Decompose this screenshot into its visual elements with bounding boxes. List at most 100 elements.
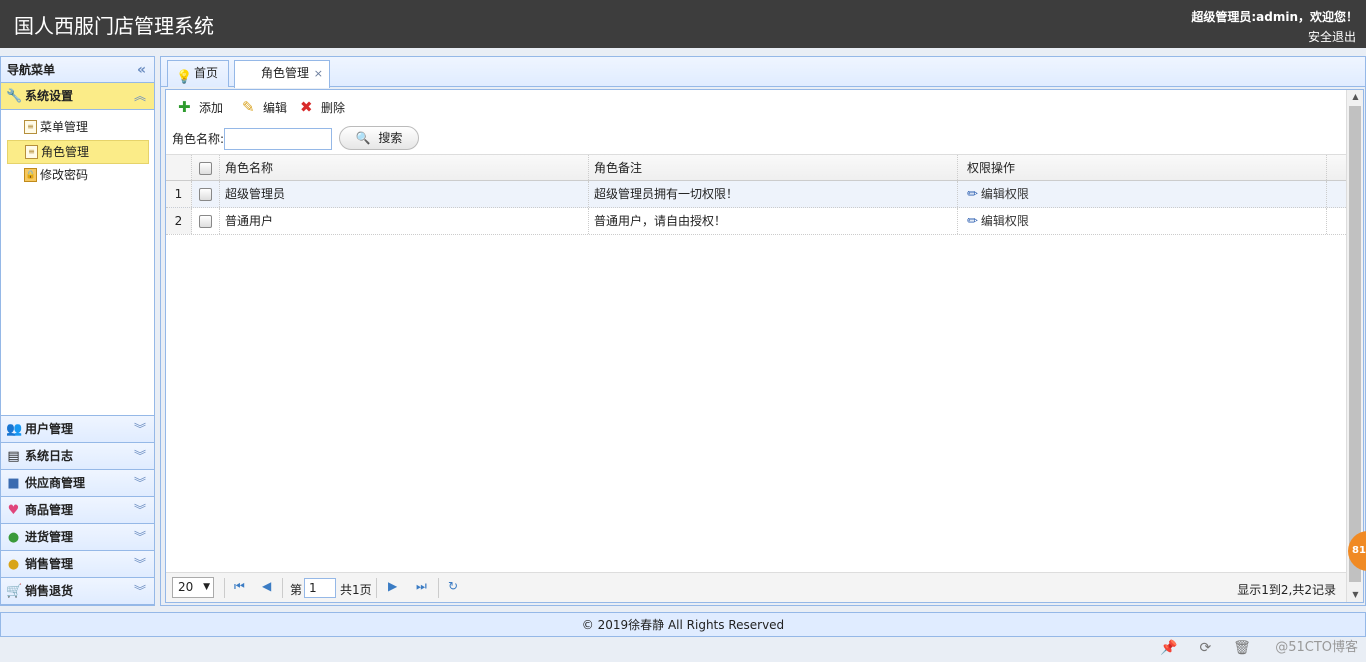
log-icon: ▤ <box>7 449 20 464</box>
permission-cell: ✏ 编辑权限 <box>958 208 1327 234</box>
panel-sales-return[interactable]: 🛒 销售退货 ︾ <box>1 578 154 605</box>
delete-icon: ✖ <box>300 98 313 116</box>
tab-bar: 💡 首页 角色管理 × <box>161 57 1365 88</box>
panel-purchase-management[interactable]: ● 进货管理 ︾ <box>1 524 154 551</box>
checkbox-box <box>199 162 212 175</box>
chevron-up-icon[interactable]: ︽ <box>134 83 146 110</box>
panel-user-management[interactable]: 👥 用户管理 ︾ <box>1 416 154 443</box>
nav-menu-header: 导航菜单 « <box>1 57 154 83</box>
scroll-down-icon[interactable]: ▼ <box>1347 588 1364 602</box>
panel-label: 用户管理 <box>25 422 74 436</box>
chevron-down-icon[interactable]: ︾ <box>134 497 146 524</box>
page-number-input[interactable]: 1 <box>304 578 336 598</box>
sidebar-item-role-management[interactable]: ≡ 角色管理 <box>7 140 149 164</box>
heart-icon: ♥ <box>7 503 20 518</box>
panel-sales-management[interactable]: ● 销售管理 ︾ <box>1 551 154 578</box>
column-header-role-note[interactable]: 角色备注 <box>589 155 958 180</box>
system-settings-items: ≡ 菜单管理 ≡ 角色管理 🔒 修改密码 <box>1 110 154 416</box>
pagination-bar: 20 ▼ ⏮ ◀ 第 1 共1页 ▶ ⏭ ↻ 显示1到2,共2记录 <box>166 572 1346 602</box>
page-total-label: 共1页 <box>340 583 372 597</box>
scroll-up-icon[interactable]: ▲ <box>1347 90 1364 104</box>
row-checkbox[interactable] <box>192 181 220 207</box>
prev-page-icon[interactable]: ◀ <box>262 579 271 593</box>
copyright-text: © 2019徐春静 All Rights Reserved <box>581 618 785 632</box>
edit-button[interactable]: ✎ 编辑 <box>242 98 287 118</box>
globe-icon: ● <box>7 530 20 545</box>
edit-permission-link[interactable]: ✏ 编辑权限 <box>967 214 1029 229</box>
panel-system-log[interactable]: ▤ 系统日志 ︾ <box>1 443 154 470</box>
lock-icon: 🔒 <box>24 168 37 182</box>
row-number-header <box>166 155 192 180</box>
edit-permission-link[interactable]: ✏ 编辑权限 <box>967 187 1029 202</box>
sidebar-item-label: 菜单管理 <box>40 120 89 134</box>
first-page-icon[interactable]: ⏮ <box>234 579 245 594</box>
close-icon[interactable]: × <box>314 61 323 86</box>
column-header-role-name[interactable]: 角色名称 <box>220 155 589 180</box>
welcome-text: 超级管理员:admin，欢迎您！ <box>1191 10 1358 24</box>
pager-separator <box>224 578 225 598</box>
search-button[interactable]: 🔍 搜索 <box>339 126 419 150</box>
role-management-content: ✚ 添加 ✎ 编辑 ✖ 删除 角色名称: 🔍 搜索 角色名称 角色备注 权限操作… <box>165 89 1364 603</box>
next-page-icon[interactable]: ▶ <box>388 579 397 593</box>
last-page-icon[interactable]: ⏭ <box>416 579 427 594</box>
column-header-permission[interactable]: 权限操作 <box>958 155 1327 180</box>
sidebar-item-label: 角色管理 <box>41 145 90 159</box>
document-icon: ≡ <box>24 120 37 134</box>
pencil-icon: ✏ <box>967 187 978 202</box>
panel-supplier-management[interactable]: ■ 供应商管理 ︾ <box>1 470 154 497</box>
chevron-down-icon[interactable]: ︾ <box>134 551 146 578</box>
role-note-cell: 普通用户，请自由授权！ <box>589 208 958 234</box>
tab-label: 角色管理 <box>261 66 310 80</box>
page-prefix-label: 第 <box>290 583 303 597</box>
row-checkbox[interactable] <box>192 208 220 234</box>
footer: © 2019徐春静 All Rights Reserved <box>0 612 1366 637</box>
panel-label: 系统日志 <box>25 449 74 463</box>
table-row[interactable]: 1 超级管理员 超级管理员拥有一切权限！ ✏ 编辑权限 <box>166 181 1346 208</box>
role-name-cell: 超级管理员 <box>220 181 589 207</box>
refresh-icon[interactable]: ↻ <box>448 579 458 593</box>
chevron-down-icon[interactable]: ︾ <box>134 524 146 551</box>
role-name-cell: 普通用户 <box>220 208 589 234</box>
pager-separator <box>282 578 283 598</box>
panel-label: 商品管理 <box>25 503 74 517</box>
select-all-checkbox[interactable] <box>192 155 220 180</box>
pager-info: 显示1到2,共2记录 <box>1237 583 1336 597</box>
permission-cell: ✏ 编辑权限 <box>958 181 1327 207</box>
panel-system-settings[interactable]: 🔧 系统设置 ︽ <box>1 83 154 110</box>
sidebar-item-change-password[interactable]: 🔒 修改密码 <box>7 164 149 188</box>
logout-link[interactable]: 安全退出 <box>1308 28 1356 45</box>
tab-role-management[interactable]: 角色管理 × <box>234 60 330 88</box>
role-name-search-input[interactable] <box>224 128 332 150</box>
add-button[interactable]: ✚ 添加 <box>178 98 223 118</box>
sidebar-item-menu-management[interactable]: ≡ 菜单管理 <box>7 116 149 140</box>
delete-button[interactable]: ✖ 删除 <box>300 98 345 118</box>
panel-product-management[interactable]: ♥ 商品管理 ︾ <box>1 497 154 524</box>
tab-home[interactable]: 💡 首页 <box>167 60 229 87</box>
panel-label: 系统设置 <box>25 89 74 103</box>
coins-icon: ● <box>7 557 20 572</box>
table-row[interactable]: 2 普通用户 普通用户，请自由授权！ ✏ 编辑权限 <box>166 208 1346 235</box>
edit-permission-label: 编辑权限 <box>980 214 1029 228</box>
roles-table: 角色名称 角色备注 权限操作 1 超级管理员 超级管理员拥有一切权限！ ✏ 编辑权… <box>166 154 1346 235</box>
vertical-scrollbar[interactable]: ▲ ▼ <box>1346 90 1363 602</box>
page-size-select[interactable]: 20 ▼ <box>172 577 214 598</box>
trash-icon: 🗑 <box>1233 640 1251 656</box>
chevron-down-icon[interactable]: ︾ <box>134 578 146 605</box>
add-button-label: 添加 <box>199 101 224 115</box>
collapse-nav-icon[interactable]: « <box>137 57 146 83</box>
pencil-icon: ✎ <box>242 98 255 116</box>
main-panel: 💡 首页 角色管理 × ✚ 添加 ✎ 编辑 ✖ 删除 角色名称: 🔍 搜索 角色… <box>160 56 1366 606</box>
panel-label: 销售退货 <box>25 584 74 598</box>
watermark-icons: 📌 ⟳ 🗑 <box>1160 640 1273 656</box>
scrollbar-thumb[interactable] <box>1349 106 1361 582</box>
nav-menu-title: 导航菜单 <box>7 63 56 77</box>
edit-button-label: 编辑 <box>263 101 288 115</box>
pin-icon: 📌 <box>1160 640 1178 656</box>
checkbox-box <box>199 215 212 228</box>
checkbox-box <box>199 188 212 201</box>
chevron-down-icon[interactable]: ︾ <box>134 443 146 470</box>
chevron-down-icon[interactable]: ︾ <box>134 470 146 497</box>
role-name-label: 角色名称: <box>172 132 225 146</box>
pencil-icon: ✏ <box>967 214 978 229</box>
chevron-down-icon[interactable]: ︾ <box>134 416 146 443</box>
